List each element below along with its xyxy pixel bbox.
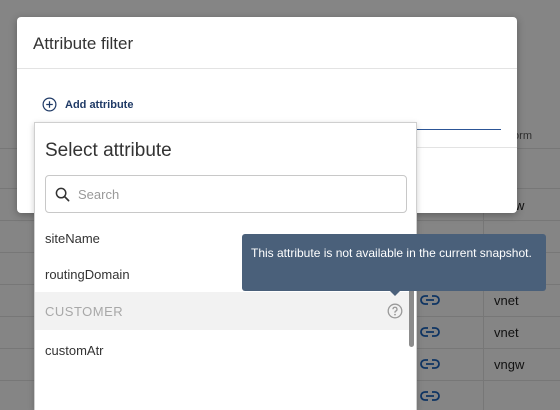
tooltip: This attribute is not available in the c… [242, 234, 546, 291]
attribute-option-customatr[interactable]: customAtr [35, 331, 409, 369]
search-box[interactable] [45, 175, 407, 213]
tooltip-arrow [389, 290, 401, 296]
plus-circle-icon [42, 97, 57, 112]
add-attribute-button[interactable]: Add attribute [42, 97, 133, 112]
input-underline [417, 129, 501, 130]
search-input[interactable] [78, 186, 378, 202]
modal-divider [417, 147, 517, 148]
question-circle-icon[interactable] [387, 303, 403, 319]
modal-title: Attribute filter [33, 34, 134, 53]
search-icon [55, 187, 70, 201]
attribute-option-customer: CUSTOMER [35, 292, 409, 330]
modal-header: Attribute filter [17, 17, 517, 69]
dropdown-title: Select attribute [45, 140, 172, 161]
attribute-option-label: CUSTOMER [45, 303, 124, 319]
add-attribute-label: Add attribute [65, 98, 134, 111]
dropdown-scrollbar[interactable] [409, 283, 414, 347]
